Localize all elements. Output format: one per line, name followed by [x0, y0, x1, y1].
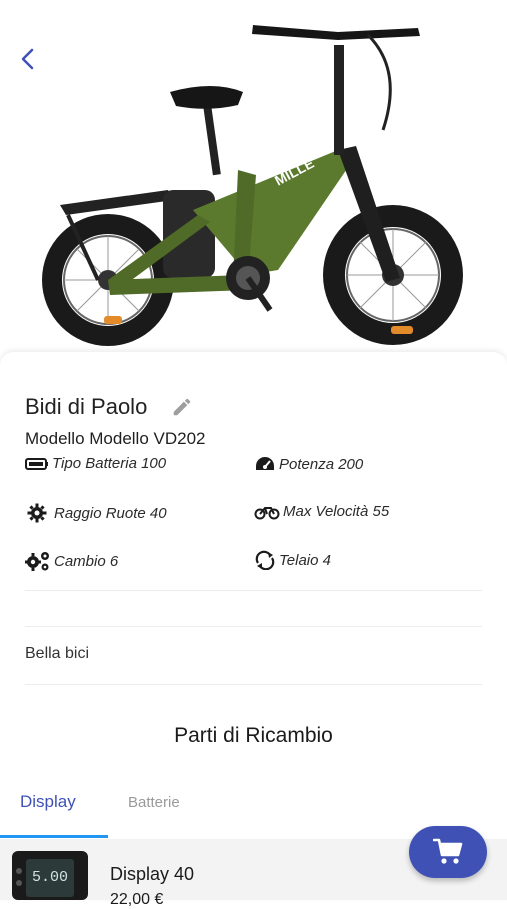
bike-name: Bidi di Paolo [25, 394, 148, 419]
title-row: Bidi di Paolo [25, 394, 193, 420]
spec-wheel-radius: Raggio Ruote 40 [25, 503, 167, 523]
bike-details-card: Bidi di Paolo Modello Modello VD202 Tipo… [0, 352, 507, 908]
bike-photo: MILLE [42, 25, 463, 346]
spec-gears: Cambio 6 [25, 550, 118, 572]
spare-parts-title: Parti di Ricambio [174, 724, 333, 747]
shopping-cart-icon [433, 838, 463, 864]
divider [25, 626, 482, 627]
tab-display[interactable]: Display [20, 792, 76, 812]
part-price: 22,00 € [110, 891, 164, 908]
cogs-icon [25, 552, 49, 571]
spec-frame: Telaio 4 [254, 550, 331, 570]
display-part-thumbnail: 5.00 [12, 851, 88, 900]
divider [25, 684, 482, 685]
spec-label: Potenza 200 [279, 455, 364, 473]
spec-label: Telaio 4 [279, 551, 331, 569]
cart-button[interactable] [409, 826, 487, 878]
speedometer-icon [256, 457, 274, 470]
spec-label: Max Velocità 55 [283, 503, 390, 520]
bike-description: Bella bici [25, 645, 90, 662]
part-name: Display 40 [110, 864, 195, 884]
sync-icon [255, 550, 275, 570]
spec-battery-type: Tipo Batteria 100 [25, 455, 166, 472]
bike-model: Modello Modello VD202 [25, 429, 206, 448]
divider [25, 590, 482, 591]
spec-label: Cambio 6 [54, 552, 119, 570]
battery-icon [25, 457, 48, 470]
bike-image-header: MILLE [0, 0, 507, 365]
thumbnail-readout: 5.00 [32, 869, 68, 886]
spec-label: Raggio Ruote 40 [54, 504, 167, 522]
spec-label: Tipo Batteria 100 [52, 455, 167, 472]
spec-max-speed: Max Velocità 55 [254, 503, 389, 520]
gear-icon [27, 503, 47, 523]
spec-power: Potenza 200 [254, 455, 363, 473]
tab-batteries[interactable]: Batterie [128, 794, 180, 811]
edit-pencil-icon[interactable] [171, 396, 193, 418]
bicycle-icon [254, 506, 280, 519]
active-tab-indicator [0, 835, 108, 838]
